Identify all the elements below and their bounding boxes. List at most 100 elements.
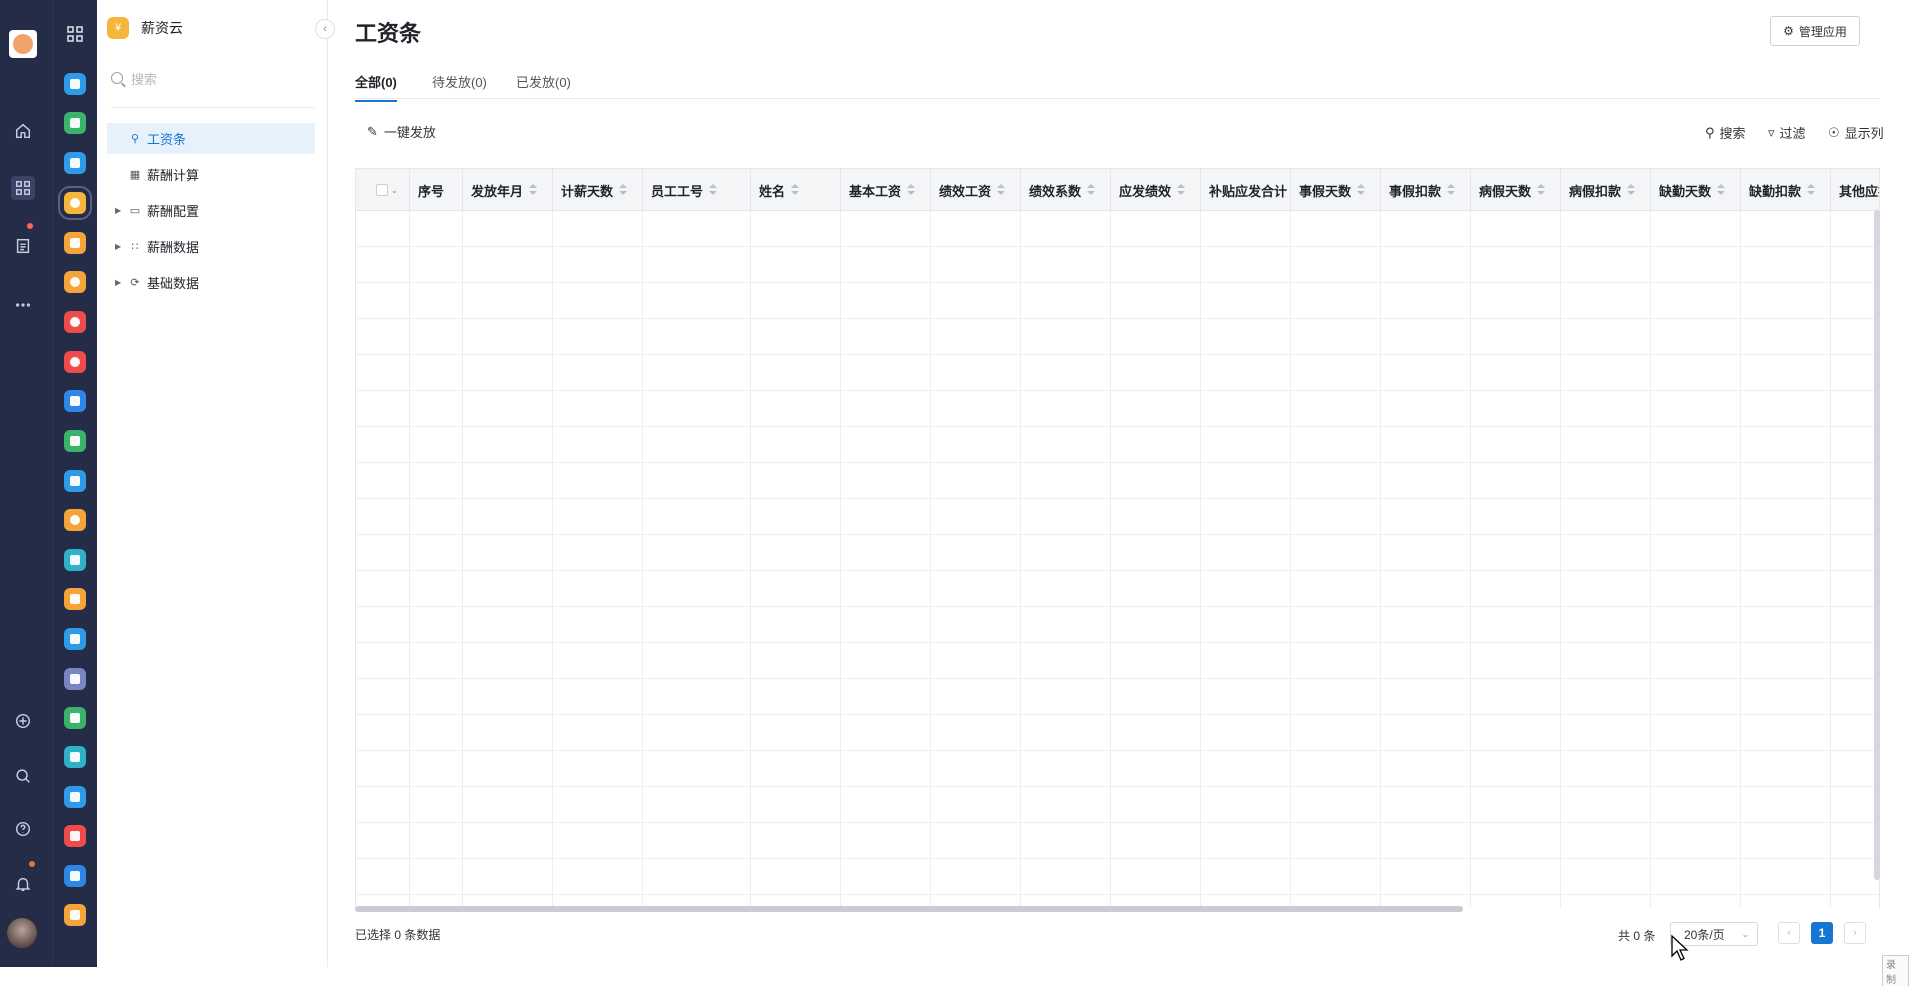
grid-line — [642, 535, 643, 571]
app-icon-send-2[interactable] — [64, 628, 86, 650]
col-header-personal-leave-days[interactable]: 事假天数 — [1291, 169, 1381, 211]
app-icon-note-2[interactable] — [64, 904, 86, 926]
grid-line — [840, 211, 841, 247]
document-icon[interactable] — [11, 234, 35, 258]
sidebar-search[interactable]: 搜索 — [111, 64, 313, 92]
prev-page-button[interactable]: ‹ — [1778, 922, 1800, 944]
tab-pending[interactable]: 待发放(0) — [432, 72, 487, 100]
select-all-header[interactable]: ⌄ — [356, 169, 410, 211]
app-icon-chat-2[interactable] — [64, 509, 86, 531]
sidebar-item-calc[interactable]: ▦ 薪酬计算 — [107, 159, 315, 190]
show-columns-label: 显示列 — [1844, 126, 1884, 141]
tab-issued[interactable]: 已发放(0) — [516, 72, 571, 100]
app-icon-shield-2[interactable] — [64, 430, 86, 452]
app-sidebar: ¥ 薪资云 ‹ 搜索 ⚲ 工资条 ▦ 薪酬计算 ▶ ▭ 薪酬配置 ▶ ∷ 薪酬数据 … — [97, 0, 335, 967]
chevron-down-icon[interactable]: ⌄ — [391, 186, 398, 195]
caret-right-icon: ▶ — [115, 206, 122, 215]
more-icon[interactable] — [11, 293, 35, 317]
sidebar-item-label: 薪酬计算 — [147, 168, 200, 183]
manage-app-label: 管理应用 — [1798, 24, 1847, 39]
user-avatar[interactable] — [7, 918, 37, 948]
grid-line — [1830, 715, 1831, 751]
table-header: ⌄ 序号 发放年月 计薪天数 员工工号 姓名 基本工资 绩效工资 绩效系数 应发… — [356, 169, 1879, 211]
sidebar-item-payslip[interactable]: ⚲ 工资条 — [107, 123, 315, 154]
sidebar-item-basic[interactable]: ▶ ⟳ 基础数据 — [107, 267, 315, 298]
next-page-button[interactable]: › — [1844, 922, 1866, 944]
sidebar-item-config[interactable]: ▶ ▭ 薪酬配置 — [107, 195, 315, 226]
app-icon-send[interactable] — [64, 152, 86, 174]
grid-line — [552, 607, 553, 643]
empty-table-row — [356, 607, 1879, 643]
grid-line — [1290, 715, 1291, 751]
col-header-sick-leave-days[interactable]: 病假天数 — [1471, 169, 1561, 211]
app-icon-salary[interactable] — [58, 186, 92, 220]
app-icon-shield-3[interactable] — [64, 746, 86, 768]
grid-line — [1560, 607, 1561, 643]
grid-line — [1740, 607, 1741, 643]
select-all-checkbox[interactable] — [376, 184, 388, 196]
grid-line — [1020, 751, 1021, 787]
col-header-absence-days[interactable]: 缺勤天数 — [1651, 169, 1741, 211]
bell-icon[interactable] — [11, 872, 35, 896]
grid-line — [1380, 319, 1381, 355]
empty-table-row — [356, 247, 1879, 283]
add-circle-icon[interactable] — [11, 709, 35, 733]
apps-icon[interactable] — [11, 176, 35, 200]
col-header-perf-coef[interactable]: 绩效系数 — [1021, 169, 1111, 211]
vertical-scrollbar[interactable] — [1874, 210, 1880, 880]
grid-line — [1830, 643, 1831, 679]
col-header-month[interactable]: 发放年月 — [463, 169, 553, 211]
grid-icon[interactable] — [65, 24, 85, 44]
manage-app-button[interactable]: ⚙ 管理应用 — [1770, 16, 1860, 46]
app-icon-phone-2[interactable] — [64, 351, 86, 373]
app-icon-report[interactable] — [64, 588, 86, 610]
search-button[interactable]: ⚲ 搜索 — [1705, 123, 1746, 142]
salary-logo-icon: ¥ — [107, 17, 129, 39]
sort-icon — [1177, 184, 1186, 196]
grid-line — [462, 751, 463, 787]
app-icon-doc-2[interactable] — [64, 470, 86, 492]
grid-line — [1290, 283, 1291, 319]
grid-line — [1560, 463, 1561, 499]
app-icon-grid[interactable] — [64, 825, 86, 847]
app-icon-shield[interactable] — [64, 112, 86, 134]
grid-line — [1020, 787, 1021, 823]
col-header-other-deduct[interactable]: 其他应扣 — [1831, 169, 1879, 211]
horizontal-scrollbar[interactable] — [355, 906, 1463, 912]
col-header-pay-days[interactable]: 计薪天数 — [553, 169, 643, 211]
show-columns-button[interactable]: ☉ 显示列 — [1828, 123, 1884, 142]
app-icon-sheet[interactable] — [64, 707, 86, 729]
app-icon-truck[interactable] — [64, 549, 86, 571]
tab-all[interactable]: 全部(0) — [355, 72, 397, 102]
col-header-sick-leave-deduct[interactable]: 病假扣款 — [1561, 169, 1651, 211]
app-icon-heart[interactable] — [64, 865, 86, 887]
app-icon-note[interactable] — [64, 232, 86, 254]
sidebar-item-data[interactable]: ▶ ∷ 薪酬数据 — [107, 231, 315, 262]
grid-line — [1020, 391, 1021, 427]
col-header-personal-leave-deduct[interactable]: 事假扣款 — [1381, 169, 1471, 211]
col-header-employee-id[interactable]: 员工工号 — [643, 169, 751, 211]
col-header-name[interactable]: 姓名 — [751, 169, 841, 211]
app-icon-docs[interactable] — [64, 73, 86, 95]
org-logo[interactable] — [9, 30, 37, 58]
one-click-issue-button[interactable]: ✎ 一键发放 — [367, 122, 436, 141]
app-icon-send-3[interactable] — [64, 786, 86, 808]
col-header-absence-deduct[interactable]: 缺勤扣款 — [1741, 169, 1831, 211]
grid-line — [1740, 355, 1741, 391]
page-number-current[interactable]: 1 — [1811, 922, 1833, 944]
app-icon-chat[interactable] — [64, 271, 86, 293]
app-icon-box[interactable] — [64, 390, 86, 412]
col-header-base-salary[interactable]: 基本工资 — [841, 169, 931, 211]
app-icon-video[interactable] — [64, 668, 86, 690]
grid-line — [840, 247, 841, 283]
col-header-allowance-total[interactable]: 补贴应发合计 — [1201, 169, 1291, 211]
home-icon[interactable] — [11, 119, 35, 143]
recording-label[interactable]: 录制 — [1882, 955, 1909, 986]
col-header-perf-salary[interactable]: 绩效工资 — [931, 169, 1021, 211]
help-icon[interactable] — [11, 817, 35, 841]
filter-button[interactable]: ▿ 过滤 — [1768, 123, 1806, 142]
search-icon[interactable] — [11, 764, 35, 788]
app-icon-phone[interactable] — [64, 311, 86, 333]
col-header-perf-due[interactable]: 应发绩效 — [1111, 169, 1201, 211]
grid-line — [1380, 571, 1381, 607]
